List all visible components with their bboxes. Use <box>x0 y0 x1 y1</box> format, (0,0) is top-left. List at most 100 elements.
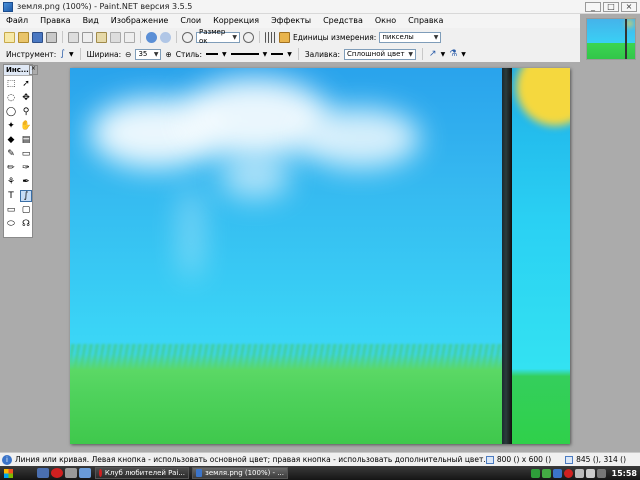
tray-icon[interactable] <box>541 468 551 478</box>
fill-select[interactable]: Сплошной цвет ▼ <box>344 48 417 60</box>
quicklaunch-icon[interactable] <box>65 468 77 478</box>
minimize-button[interactable]: _ <box>585 1 601 12</box>
tool-text[interactable]: T <box>5 190 17 202</box>
tool-color-picker[interactable]: ✑ <box>20 162 32 174</box>
quicklaunch-icon[interactable] <box>79 468 91 478</box>
cut-icon[interactable] <box>68 31 79 43</box>
tool-pencil[interactable]: ✏ <box>5 162 17 174</box>
chevron-down-icon[interactable]: ▼ <box>222 51 227 58</box>
status-bar: i Линия или кривая. Левая кнопка - испол… <box>0 452 640 466</box>
paste-icon[interactable] <box>96 31 107 43</box>
line-dash-style[interactable] <box>230 53 259 55</box>
taskbar-item-browser[interactable]: Клуб любителей Pai... <box>95 467 189 479</box>
grass-area <box>70 354 570 444</box>
tool-paint-bucket[interactable]: ◆ <box>5 134 17 146</box>
title-bar: земля.png (100%) - Paint.NET версия 3.5.… <box>0 0 640 14</box>
antialiasing-icon[interactable]: ↗ <box>429 49 437 59</box>
tray-icon[interactable] <box>552 468 562 478</box>
style-label: Стиль: <box>175 49 202 59</box>
redo-icon[interactable] <box>160 31 171 43</box>
fill-select-value: Сплошной цвет <box>347 49 405 58</box>
menu-utilities[interactable]: Средства <box>317 14 369 28</box>
tool-lasso-select[interactable]: ◌ <box>5 92 17 104</box>
chevron-down-icon[interactable]: ▼ <box>441 51 446 58</box>
tool-zoom[interactable]: ⚲ <box>20 106 32 118</box>
tool-clone-stamp[interactable]: ⚘ <box>5 176 17 188</box>
zoom-in-icon[interactable] <box>243 31 254 43</box>
cloud <box>220 158 290 198</box>
blend-mode-icon[interactable]: ⚗ <box>449 49 457 59</box>
decrease-width-icon[interactable]: ⊖ <box>125 50 131 59</box>
crop-icon[interactable] <box>110 31 121 43</box>
menu-adjustments[interactable]: Коррекция <box>207 14 265 28</box>
undo-icon[interactable] <box>146 31 157 43</box>
tool-ellipse-select[interactable]: ◯ <box>5 106 17 118</box>
window-title: земля.png (100%) - Paint.NET версия 3.5.… <box>17 2 193 11</box>
tool-ellipse[interactable]: ⬭ <box>5 218 17 230</box>
opera-icon[interactable] <box>51 468 63 478</box>
save-icon[interactable] <box>32 31 43 43</box>
tool-freeform-shape[interactable]: ☊ <box>20 218 32 230</box>
close-icon[interactable]: × <box>28 65 38 75</box>
tool-paintbrush[interactable]: ✎ <box>5 148 17 160</box>
network-icon[interactable] <box>596 468 606 478</box>
ruler-icon[interactable] <box>279 31 290 43</box>
menu-help[interactable]: Справка <box>402 14 449 28</box>
chevron-down-icon[interactable]: ▼ <box>461 51 466 58</box>
line-start-style[interactable] <box>206 53 218 55</box>
image-canvas[interactable] <box>70 68 570 444</box>
menu-view[interactable]: Вид <box>77 14 105 28</box>
width-input[interactable]: 35 ▼ <box>135 48 162 60</box>
tool-rounded-rectangle[interactable]: ▢ <box>20 204 32 216</box>
cursor-position: 845 (), 314 () <box>576 455 626 464</box>
quicklaunch-icon[interactable] <box>37 468 49 478</box>
tool-label: Инструмент: <box>6 49 57 59</box>
volume-icon[interactable] <box>585 468 595 478</box>
menu-file[interactable]: Файл <box>0 14 34 28</box>
tool-move-selected[interactable]: ✥ <box>20 92 32 104</box>
chevron-down-icon[interactable]: ▼ <box>69 51 74 58</box>
tool-move-selection[interactable]: ➚ <box>20 78 32 90</box>
chevron-down-icon[interactable]: ▼ <box>287 51 292 58</box>
clock[interactable]: 15:58 <box>612 469 637 478</box>
thumbnail-bar <box>625 19 627 59</box>
menu-effects[interactable]: Эффекты <box>265 14 317 28</box>
start-button[interactable] <box>0 466 36 480</box>
tray-icon[interactable] <box>530 468 540 478</box>
tool-rectangle-select[interactable]: ⬚ <box>5 78 17 90</box>
tool-eraser[interactable]: ▭ <box>20 148 32 160</box>
new-icon[interactable] <box>4 31 15 43</box>
tool-pan[interactable]: ✋ <box>20 120 32 132</box>
toolbar-separator <box>422 48 424 60</box>
tool-line-curve[interactable]: ∫ <box>20 190 32 202</box>
menu-edit[interactable]: Правка <box>34 14 76 28</box>
deselect-icon[interactable] <box>124 31 135 43</box>
open-icon[interactable] <box>18 31 29 43</box>
line-curve-icon[interactable]: ∫ <box>60 49 65 59</box>
tool-magic-wand[interactable]: ✦ <box>5 120 17 132</box>
menu-layers[interactable]: Слои <box>174 14 207 28</box>
tray-icon[interactable] <box>574 468 584 478</box>
grid-icon[interactable] <box>265 31 276 43</box>
tool-rectangle[interactable]: ▭ <box>5 204 17 216</box>
taskbar-item-paintnet[interactable]: земля.png (100%) - ... <box>192 467 288 479</box>
units-select[interactable]: пикселы ▼ <box>379 31 442 43</box>
windows-logo-icon <box>4 468 13 478</box>
print-icon[interactable] <box>46 31 57 43</box>
maximize-button[interactable]: □ <box>603 1 619 12</box>
chevron-down-icon[interactable]: ▼ <box>263 51 268 58</box>
copy-icon[interactable] <box>82 31 93 43</box>
line-end-style[interactable] <box>271 53 284 55</box>
menu-window[interactable]: Окно <box>369 14 402 28</box>
zoom-select[interactable]: Размер ок ▼ <box>196 28 240 45</box>
tray-icon[interactable] <box>563 468 573 478</box>
paintnet-icon <box>3 1 13 12</box>
tool-gradient[interactable]: ▤ <box>20 134 32 146</box>
menu-image[interactable]: Изображение <box>105 14 175 28</box>
increase-width-icon[interactable]: ⊕ <box>165 50 171 59</box>
tools-panel-title[interactable]: Инс... × <box>4 65 38 76</box>
zoom-out-icon[interactable] <box>182 31 193 43</box>
tool-recolor[interactable]: ✒ <box>20 176 32 188</box>
close-button[interactable]: × <box>621 1 637 12</box>
image-thumbnail[interactable] <box>586 18 636 60</box>
